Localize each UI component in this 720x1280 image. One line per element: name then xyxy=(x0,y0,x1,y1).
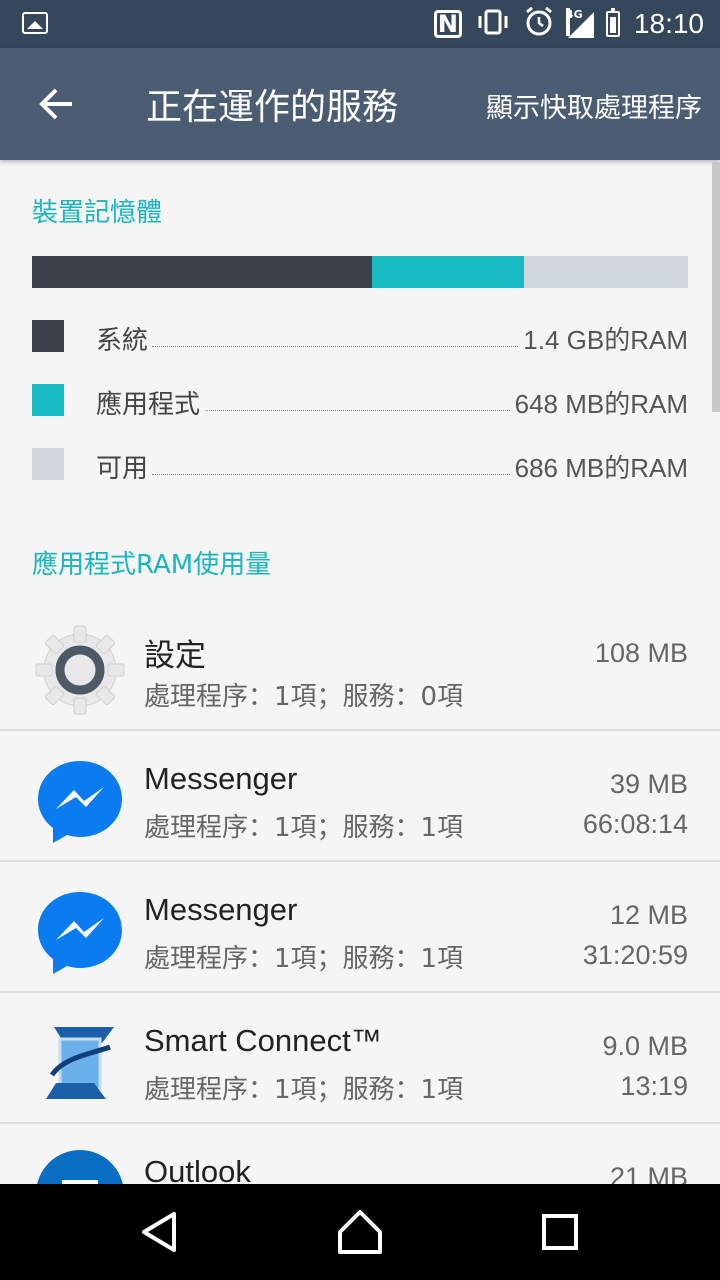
app-name: 設定 xyxy=(144,638,206,673)
status-icons: N 4G 18:10 xyxy=(433,6,704,42)
network-type-label: 4G xyxy=(565,8,583,36)
messenger-icon xyxy=(34,886,126,978)
app-size: 39 MB xyxy=(609,769,688,799)
app-running-time: 13:19 xyxy=(620,1071,688,1101)
show-cached-processes-button[interactable]: 顯示快取處理程序 xyxy=(486,86,702,125)
list-item-smart-connect[interactable]: Smart Connect™ 處理程序：1項；服務：1項 9.0 MB 13:1… xyxy=(0,993,720,1124)
legend-value: 648 MB的RAM xyxy=(510,384,688,421)
legend-value: 1.4 GB的RAM xyxy=(519,320,688,357)
signal-icon: 4G xyxy=(565,8,594,38)
leader-dots xyxy=(152,410,528,411)
navigation-bar xyxy=(0,1184,720,1280)
clock: 18:10 xyxy=(633,8,704,39)
legend-swatch xyxy=(32,448,64,480)
alarm-icon xyxy=(524,6,554,42)
settings-gear-icon xyxy=(34,624,126,716)
battery-icon xyxy=(605,8,620,37)
app-size: 9.0 MB xyxy=(602,1031,688,1061)
app-running-time: 31:20:59 xyxy=(582,940,688,970)
app-detail: 處理程序：1項；服務：1項 xyxy=(144,813,464,843)
legend-label: 應用程式 xyxy=(96,384,205,421)
list-item-settings[interactable]: 設定 處理程序：1項；服務：0項 108 MB xyxy=(0,600,720,731)
app-ram-usage-heading: 應用程式RAM使用量 xyxy=(32,550,272,580)
messenger-icon xyxy=(34,755,126,847)
back-triangle-icon[interactable] xyxy=(132,1204,188,1260)
memory-bar-apps-segment xyxy=(371,256,524,288)
app-size: 108 MB xyxy=(594,638,688,668)
memory-bar-system-segment xyxy=(32,256,372,288)
app-running-time: 66:08:14 xyxy=(582,809,688,839)
back-arrow-icon[interactable] xyxy=(30,78,82,130)
legend-label: 系統 xyxy=(96,320,153,357)
legend-value: 686 MB的RAM xyxy=(510,448,688,485)
vibrate-icon xyxy=(476,9,510,40)
legend-system: 系統 1.4 GB的RAM xyxy=(32,320,688,360)
app-name: Messenger xyxy=(144,892,298,927)
app-name: Smart Connect™ xyxy=(144,1023,382,1058)
leader-dots xyxy=(152,346,528,347)
gallery-icon xyxy=(22,12,48,34)
device-memory-heading: 裝置記憶體 xyxy=(32,198,163,228)
legend-free: 可用 686 MB的RAM xyxy=(32,448,688,488)
legend-swatch xyxy=(32,320,64,352)
nfc-icon: N xyxy=(433,10,462,38)
status-bar: N 4G 18:10 xyxy=(0,0,720,48)
app-detail: 處理程序：1項；服務：1項 xyxy=(144,944,464,974)
app-list: 設定 處理程序：1項；服務：0項 108 MB Messenger 處理程序：1… xyxy=(0,600,720,1255)
page-title: 正在運作的服務 xyxy=(146,87,399,128)
list-item-messenger[interactable]: Messenger 處理程序：1項；服務：1項 12 MB 31:20:59 xyxy=(0,862,720,993)
app-detail: 處理程序：1項；服務：1項 xyxy=(144,1075,464,1105)
list-item-messenger[interactable]: Messenger 處理程序：1項；服務：1項 39 MB 66:08:14 xyxy=(0,731,720,862)
memory-bar-free-segment xyxy=(523,256,688,288)
smart-connect-icon xyxy=(34,1017,126,1109)
legend-apps: 應用程式 648 MB的RAM xyxy=(32,384,688,424)
leader-dots xyxy=(152,474,528,475)
recents-icon[interactable] xyxy=(532,1204,588,1260)
legend-label: 可用 xyxy=(96,448,153,485)
home-icon[interactable] xyxy=(332,1204,388,1260)
memory-usage-bar xyxy=(32,256,688,288)
scrollbar[interactable] xyxy=(712,162,720,412)
app-size: 12 MB xyxy=(609,900,688,930)
app-detail: 處理程序：1項；服務：0項 xyxy=(144,682,464,712)
legend-swatch xyxy=(32,384,64,416)
app-bar: 正在運作的服務 顯示快取處理程序 xyxy=(0,48,720,160)
app-name: Messenger xyxy=(144,761,298,796)
